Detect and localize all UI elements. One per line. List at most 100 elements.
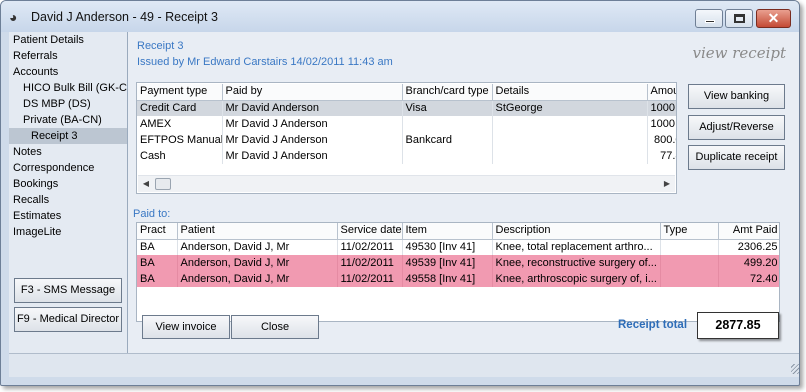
sidebar-item-estimates[interactable]: Estimates: [13, 208, 127, 224]
branch-cell: [402, 148, 493, 164]
sidebar-item-receipt-3[interactable]: Receipt 3: [9, 128, 127, 144]
col-description[interactable]: Description: [492, 223, 661, 240]
service-date-cell: 11/02/2011: [337, 255, 403, 271]
item-cell: 49530 [Inv 41]: [402, 239, 493, 255]
sidebar-item-accounts[interactable]: Accounts: [13, 64, 127, 80]
details-cell: [492, 132, 648, 148]
details-cell: [492, 148, 648, 164]
description-cell: Knee, total replacement arthro...: [492, 239, 661, 255]
details-cell: [492, 116, 648, 132]
paid-to-row[interactable]: BA Anderson, David J, Mr 11/02/2011 4955…: [137, 271, 779, 287]
sidebar-item-patient-details[interactable]: Patient Details: [13, 32, 127, 48]
paid-to-table: Pract Patient Service date Item Descript…: [137, 223, 779, 287]
paid-to-row[interactable]: BA Anderson, David J, Mr 11/02/2011 4953…: [137, 255, 779, 271]
main-panel: Receipt 3 Issued by Mr Edward Carstairs …: [128, 32, 799, 353]
sidebar-item-referrals[interactable]: Referrals: [13, 48, 127, 64]
resize-grip-icon[interactable]: [791, 364, 799, 374]
view-invoice-button[interactable]: View invoice: [142, 315, 230, 339]
amt-paid-cell: 72.40: [718, 271, 779, 287]
payment-row[interactable]: Cash Mr David J Anderson 77.8: [137, 148, 676, 164]
description-cell: Knee, reconstructive surgery of...: [492, 255, 661, 271]
payment-row[interactable]: EFTPOS Manual Mr David J Anderson Bankca…: [137, 132, 676, 148]
paid-to-grid: Pract Patient Service date Item Descript…: [136, 222, 780, 322]
client-area: Patient Details Referrals Accounts HICO …: [9, 32, 799, 377]
paid-by-cell: Mr David J Anderson: [222, 148, 403, 164]
sidebar-item-bookings[interactable]: Bookings: [13, 176, 127, 192]
view-banking-button[interactable]: View banking: [688, 84, 785, 109]
col-amt-paid[interactable]: Amt Paid: [718, 223, 779, 240]
paid-to-label: Paid to:: [133, 208, 171, 220]
col-branch-card-type[interactable]: Branch/card type: [402, 84, 493, 101]
payment-row[interactable]: AMEX Mr David J Anderson 1000.0: [137, 116, 676, 132]
receipt-window: ◕ David J Anderson - 49 - Receipt 3 ✕ Pa…: [0, 0, 800, 386]
scroll-right-icon[interactable]: ▶: [659, 176, 675, 192]
scroll-thumb[interactable]: [155, 178, 171, 190]
maximize-icon: [734, 14, 745, 23]
duplicate-receipt-label: Duplicate receipt: [695, 151, 778, 163]
col-details[interactable]: Details: [492, 84, 648, 101]
col-paid-by[interactable]: Paid by: [222, 84, 403, 101]
scroll-left-icon[interactable]: ◀: [138, 176, 154, 192]
duplicate-receipt-button[interactable]: Duplicate receipt: [688, 145, 785, 170]
paid-to-row[interactable]: BA Anderson, David J, Mr 11/02/2011 4953…: [137, 239, 779, 255]
col-pract[interactable]: Pract: [137, 223, 178, 240]
col-service-date[interactable]: Service date: [337, 223, 403, 240]
col-patient[interactable]: Patient: [177, 223, 338, 240]
status-bar: [9, 353, 799, 377]
amt-paid-cell: 499.20: [718, 255, 779, 271]
window-title: David J Anderson - 49 - Receipt 3: [31, 10, 218, 24]
title-bar: ◕ David J Anderson - 49 - Receipt 3 ✕: [1, 1, 799, 32]
minimize-button[interactable]: [695, 9, 723, 28]
payment-type-cell: AMEX: [137, 116, 223, 132]
pract-cell: BA: [137, 255, 178, 271]
payments-table: Payment type Paid by Branch/card type De…: [137, 84, 676, 164]
close-button[interactable]: Close: [231, 315, 319, 339]
item-cell: 49539 [Inv 41]: [402, 255, 493, 271]
minimize-icon: [705, 20, 715, 23]
pract-cell: BA: [137, 271, 178, 287]
sidebar-item-correspondence[interactable]: Correspondence: [13, 160, 127, 176]
type-cell: [660, 239, 719, 255]
patient-cell: Anderson, David J, Mr: [177, 271, 338, 287]
payments-horizontal-scrollbar[interactable]: ◀ ▶: [138, 175, 675, 192]
payment-row[interactable]: Credit Card Mr David Anderson Visa StGeo…: [137, 100, 676, 116]
medical-director-button[interactable]: F9 - Medical Director: [14, 307, 122, 332]
close-label: Close: [260, 321, 290, 333]
sidebar: Patient Details Referrals Accounts HICO …: [9, 32, 128, 353]
adjust-reverse-label: Adjust/Reverse: [699, 121, 774, 133]
branch-cell: Bankcard: [402, 132, 493, 148]
amount-cell: 800.0: [647, 132, 676, 148]
receipt-title: Receipt 3: [137, 40, 184, 52]
sidebar-item-hico-bulk-bill[interactable]: HICO Bulk Bill (GK-C: [23, 80, 127, 96]
service-date-cell: 11/02/2011: [337, 239, 403, 255]
col-type[interactable]: Type: [660, 223, 719, 240]
payments-header-row: Payment type Paid by Branch/card type De…: [137, 84, 676, 101]
amount-cell: 77.8: [647, 148, 676, 164]
adjust-reverse-button[interactable]: Adjust/Reverse: [688, 115, 785, 140]
type-cell: [660, 255, 719, 271]
patient-cell: Anderson, David J, Mr: [177, 255, 338, 271]
maximize-button[interactable]: [725, 9, 753, 28]
details-cell: StGeorge: [492, 100, 648, 116]
service-date-cell: 11/02/2011: [337, 271, 403, 287]
sidebar-item-private[interactable]: Private (BA-CN): [23, 112, 127, 128]
sidebar-item-ds-mbp[interactable]: DS MBP (DS): [23, 96, 127, 112]
close-window-button[interactable]: ✕: [756, 9, 791, 28]
type-cell: [660, 271, 719, 287]
sidebar-item-recalls[interactable]: Recalls: [13, 192, 127, 208]
branch-cell: Visa: [402, 100, 493, 116]
paid-by-cell: Mr David Anderson: [222, 100, 403, 116]
payment-type-cell: EFTPOS Manual: [137, 132, 223, 148]
payment-type-cell: Cash: [137, 148, 223, 164]
sidebar-item-notes[interactable]: Notes: [13, 144, 127, 160]
col-payment-type[interactable]: Payment type: [137, 84, 223, 101]
view-receipt-label: view receipt: [692, 44, 786, 62]
branch-cell: [402, 116, 493, 132]
paid-by-cell: Mr David J Anderson: [222, 132, 403, 148]
sidebar-nav: Patient Details Referrals Accounts HICO …: [9, 32, 128, 262]
col-amount[interactable]: Amount: [647, 84, 676, 101]
sms-message-button[interactable]: F3 - SMS Message: [14, 278, 122, 303]
sidebar-item-imagelite[interactable]: ImageLite: [13, 224, 127, 240]
col-item[interactable]: Item: [402, 223, 493, 240]
issued-by-line: Issued by Mr Edward Carstairs 14/02/2011…: [137, 56, 393, 68]
